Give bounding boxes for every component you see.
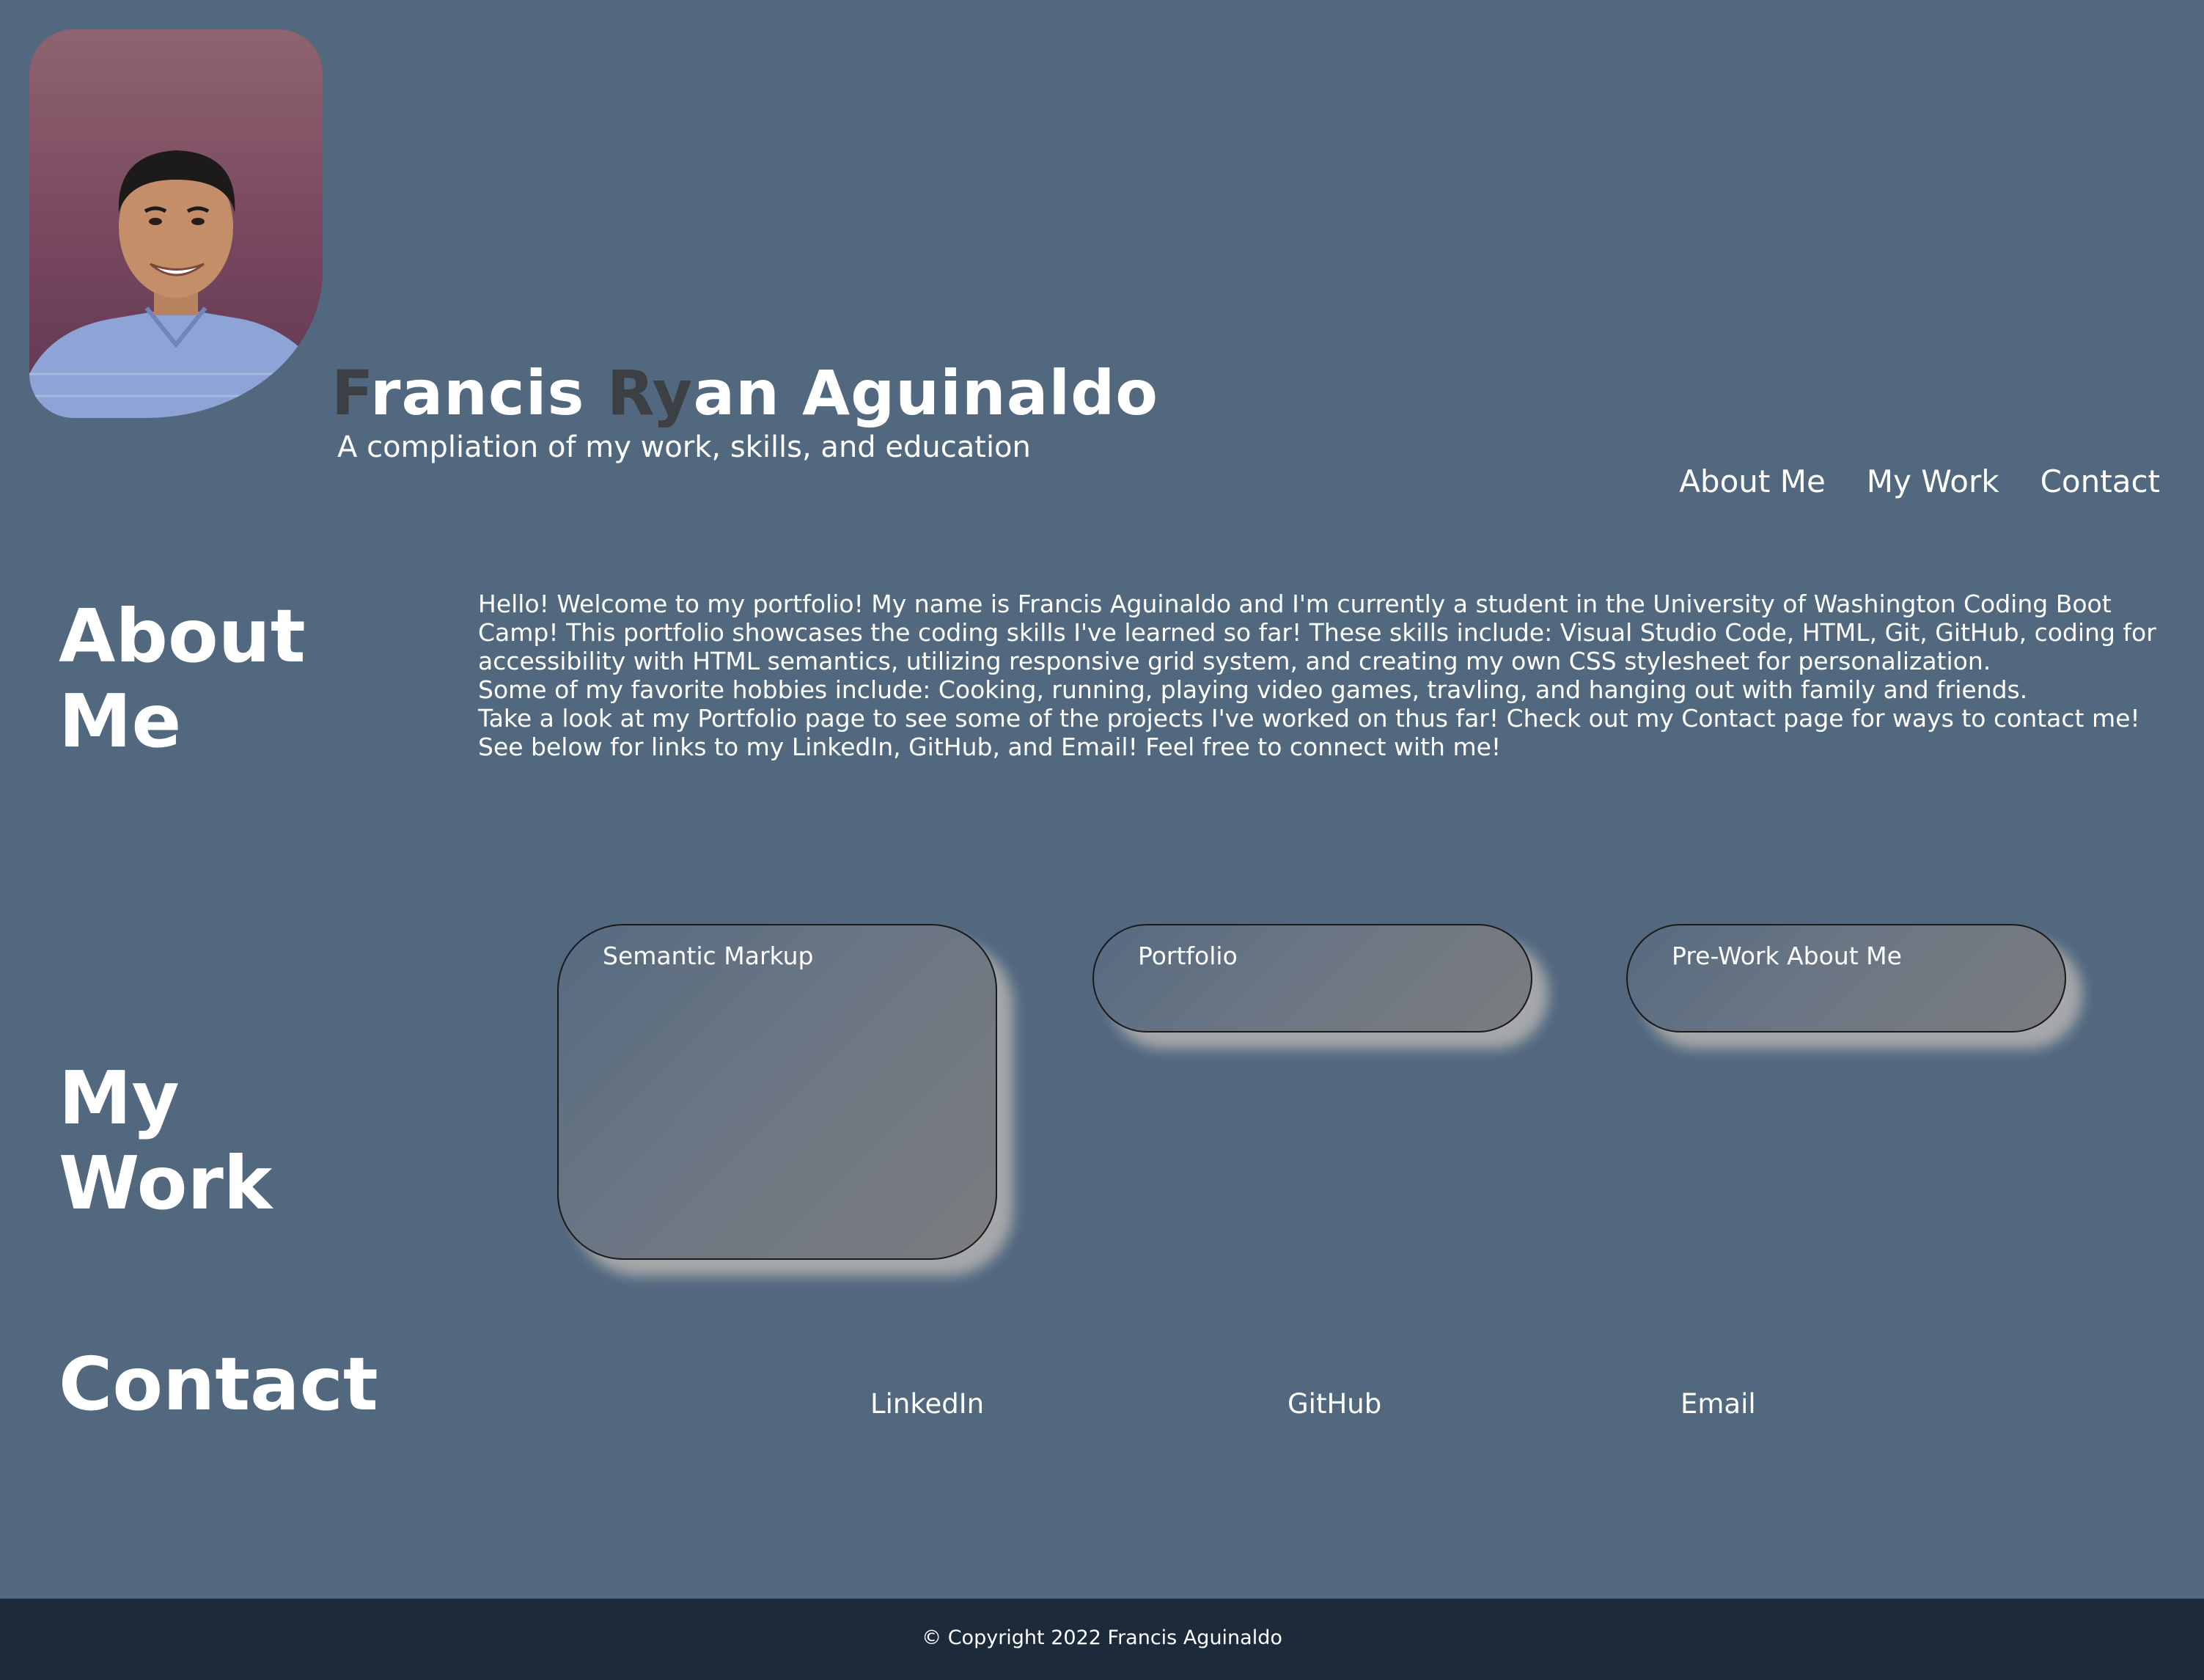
project-card-label: Portfolio <box>1138 942 1238 970</box>
project-card-label: Pre-Work About Me <box>1672 942 1902 970</box>
about-paragraph: See below for links to my LinkedIn, GitH… <box>478 733 1502 761</box>
nav-link-contact[interactable]: Contact <box>2040 463 2160 499</box>
about-paragraph: Hello! Welcome to my portfolio! My name … <box>478 590 2156 675</box>
name-initial-f: F <box>331 357 371 429</box>
name-part-an-aguinaldo: an Aguinaldo <box>693 357 1159 429</box>
main-nav: About Me My Work Contact <box>1679 463 2160 499</box>
about-paragraph: Some of my favorite hobbies include: Coo… <box>478 675 2028 704</box>
site-tagline: A compliation of my work, skills, and ed… <box>337 430 1031 464</box>
copyright-text: © Copyright 2022 Francis Aguinaldo <box>922 1626 1282 1649</box>
email-link[interactable]: Email <box>1680 1388 1756 1420</box>
project-card-semantic-markup[interactable]: Semantic Markup <box>557 924 997 1260</box>
project-card-label: Semantic Markup <box>603 942 814 970</box>
my-work-heading: My Work <box>59 1055 273 1226</box>
about-paragraph: Take a look at my Portfolio page to see … <box>478 704 2140 733</box>
github-link[interactable]: GitHub <box>1287 1388 1381 1420</box>
profile-photo <box>29 29 323 418</box>
about-me-heading: About Me <box>59 593 306 764</box>
project-card-pre-work-about-me[interactable]: Pre-Work About Me <box>1626 924 2066 1032</box>
linkedin-link[interactable]: LinkedIn <box>870 1388 984 1420</box>
name-part-rancis: rancis <box>370 357 607 429</box>
about-me-text: Hello! Welcome to my portfolio! My name … <box>478 590 2157 761</box>
nav-link-about-me[interactable]: About Me <box>1679 463 1826 499</box>
name-initials-ry: Ry <box>606 357 694 429</box>
nav-link-my-work[interactable]: My Work <box>1867 463 1999 499</box>
contact-heading: Contact <box>59 1341 378 1427</box>
page-footer: © Copyright 2022 Francis Aguinaldo <box>0 1599 2204 1680</box>
project-card-portfolio[interactable]: Portfolio <box>1092 924 1532 1032</box>
portrait-illustration <box>29 29 323 418</box>
site-title: Francis Ryan Aguinaldo <box>331 356 1158 430</box>
